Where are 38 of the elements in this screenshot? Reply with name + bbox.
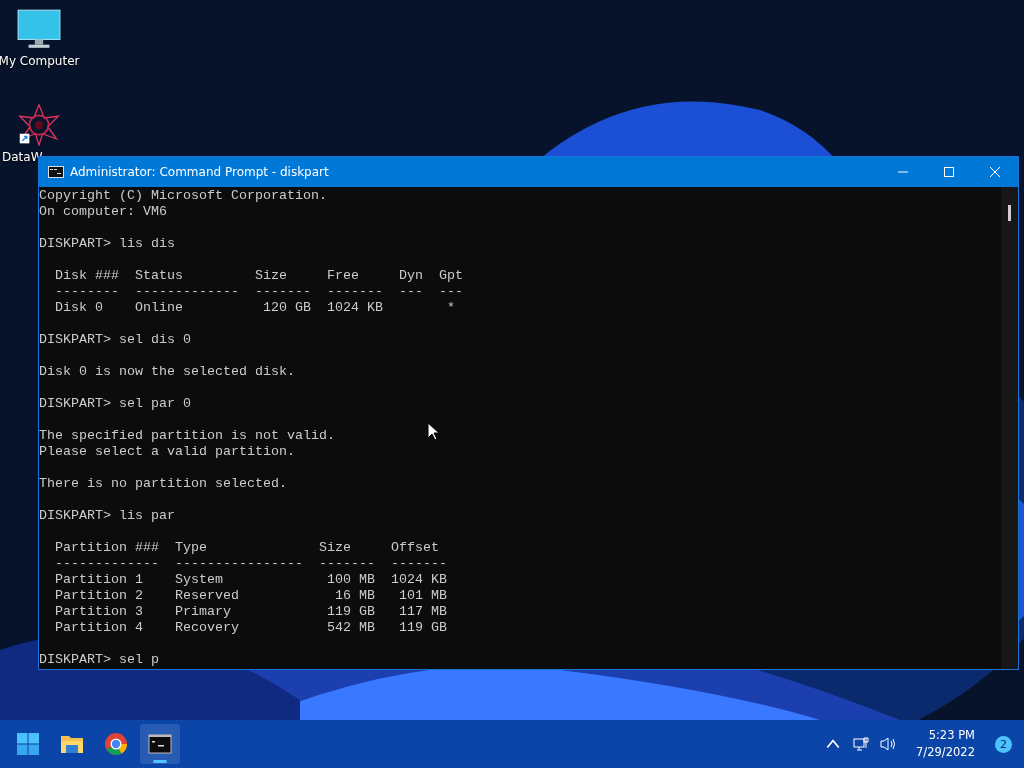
console-line: Partition 2 Reserved 16 MB 101 MB [54,588,447,604]
terminal-taskbar-button[interactable] [140,724,180,764]
notification-badge[interactable]: 2 [995,735,1012,753]
console-line: Partition 1 System 100 MB 1024 KB [54,572,447,588]
console-line: Disk 0 Online 120 GB 1024 KB * [54,300,455,316]
console-line: Partition 4 Recovery 542 MB 119 GB [54,620,447,636]
console-line: DISKPART> sel par 0 [39,396,191,412]
close-icon [990,167,1000,177]
browser-icon [104,732,128,756]
console-line: Disk 0 is now the selected disk. [39,364,295,380]
console-line: DISKPART> lis par [39,508,175,524]
console-line: Copyright (C) Microsoft Corporation. [39,188,327,204]
console-line: DISKPART> sel dis 0 [39,332,191,348]
console-line: On computer: VM6 [39,204,167,220]
clock-time[interactable]: 5:23 PM [928,727,975,744]
console-line: Disk ### Status Size Free Dyn Gpt [54,268,463,284]
console-line: DISKPART> sel p [39,652,159,668]
star-pattern-icon[interactable] [16,104,62,146]
console-line: DISKPART> lis dis [39,236,175,252]
console-line: ------------- ---------------- ------- ------- [54,556,447,572]
network-icon[interactable] [852,736,871,752]
clock-date[interactable]: 7/29/2022 [916,744,975,761]
console-line: -------- ------------- ------- ------- --- --- [54,284,463,300]
windows-logo-icon [16,732,40,756]
scrollbar[interactable] [1001,187,1018,669]
console-line: Partition ### Type Size Offset [54,540,439,556]
window-title: Administrator: Command Prompt - diskpart [70,165,329,179]
cursor-icon [427,422,439,441]
console-line: Please select a valid partition. [39,444,295,460]
console-line: Partition 3 Primary 119 GB 117 MB [54,604,447,620]
monitor-icon[interactable] [16,8,62,50]
scrollbar-thumb[interactable] [1008,205,1011,221]
console-line: The specified partition is not valid. [39,428,335,444]
console-icon [48,166,64,178]
console-line: There is no partition selected. [39,476,287,492]
maximize-icon [944,167,954,177]
terminal-icon [148,732,172,756]
desktop-icon-label[interactable]: My Computer [0,54,80,68]
